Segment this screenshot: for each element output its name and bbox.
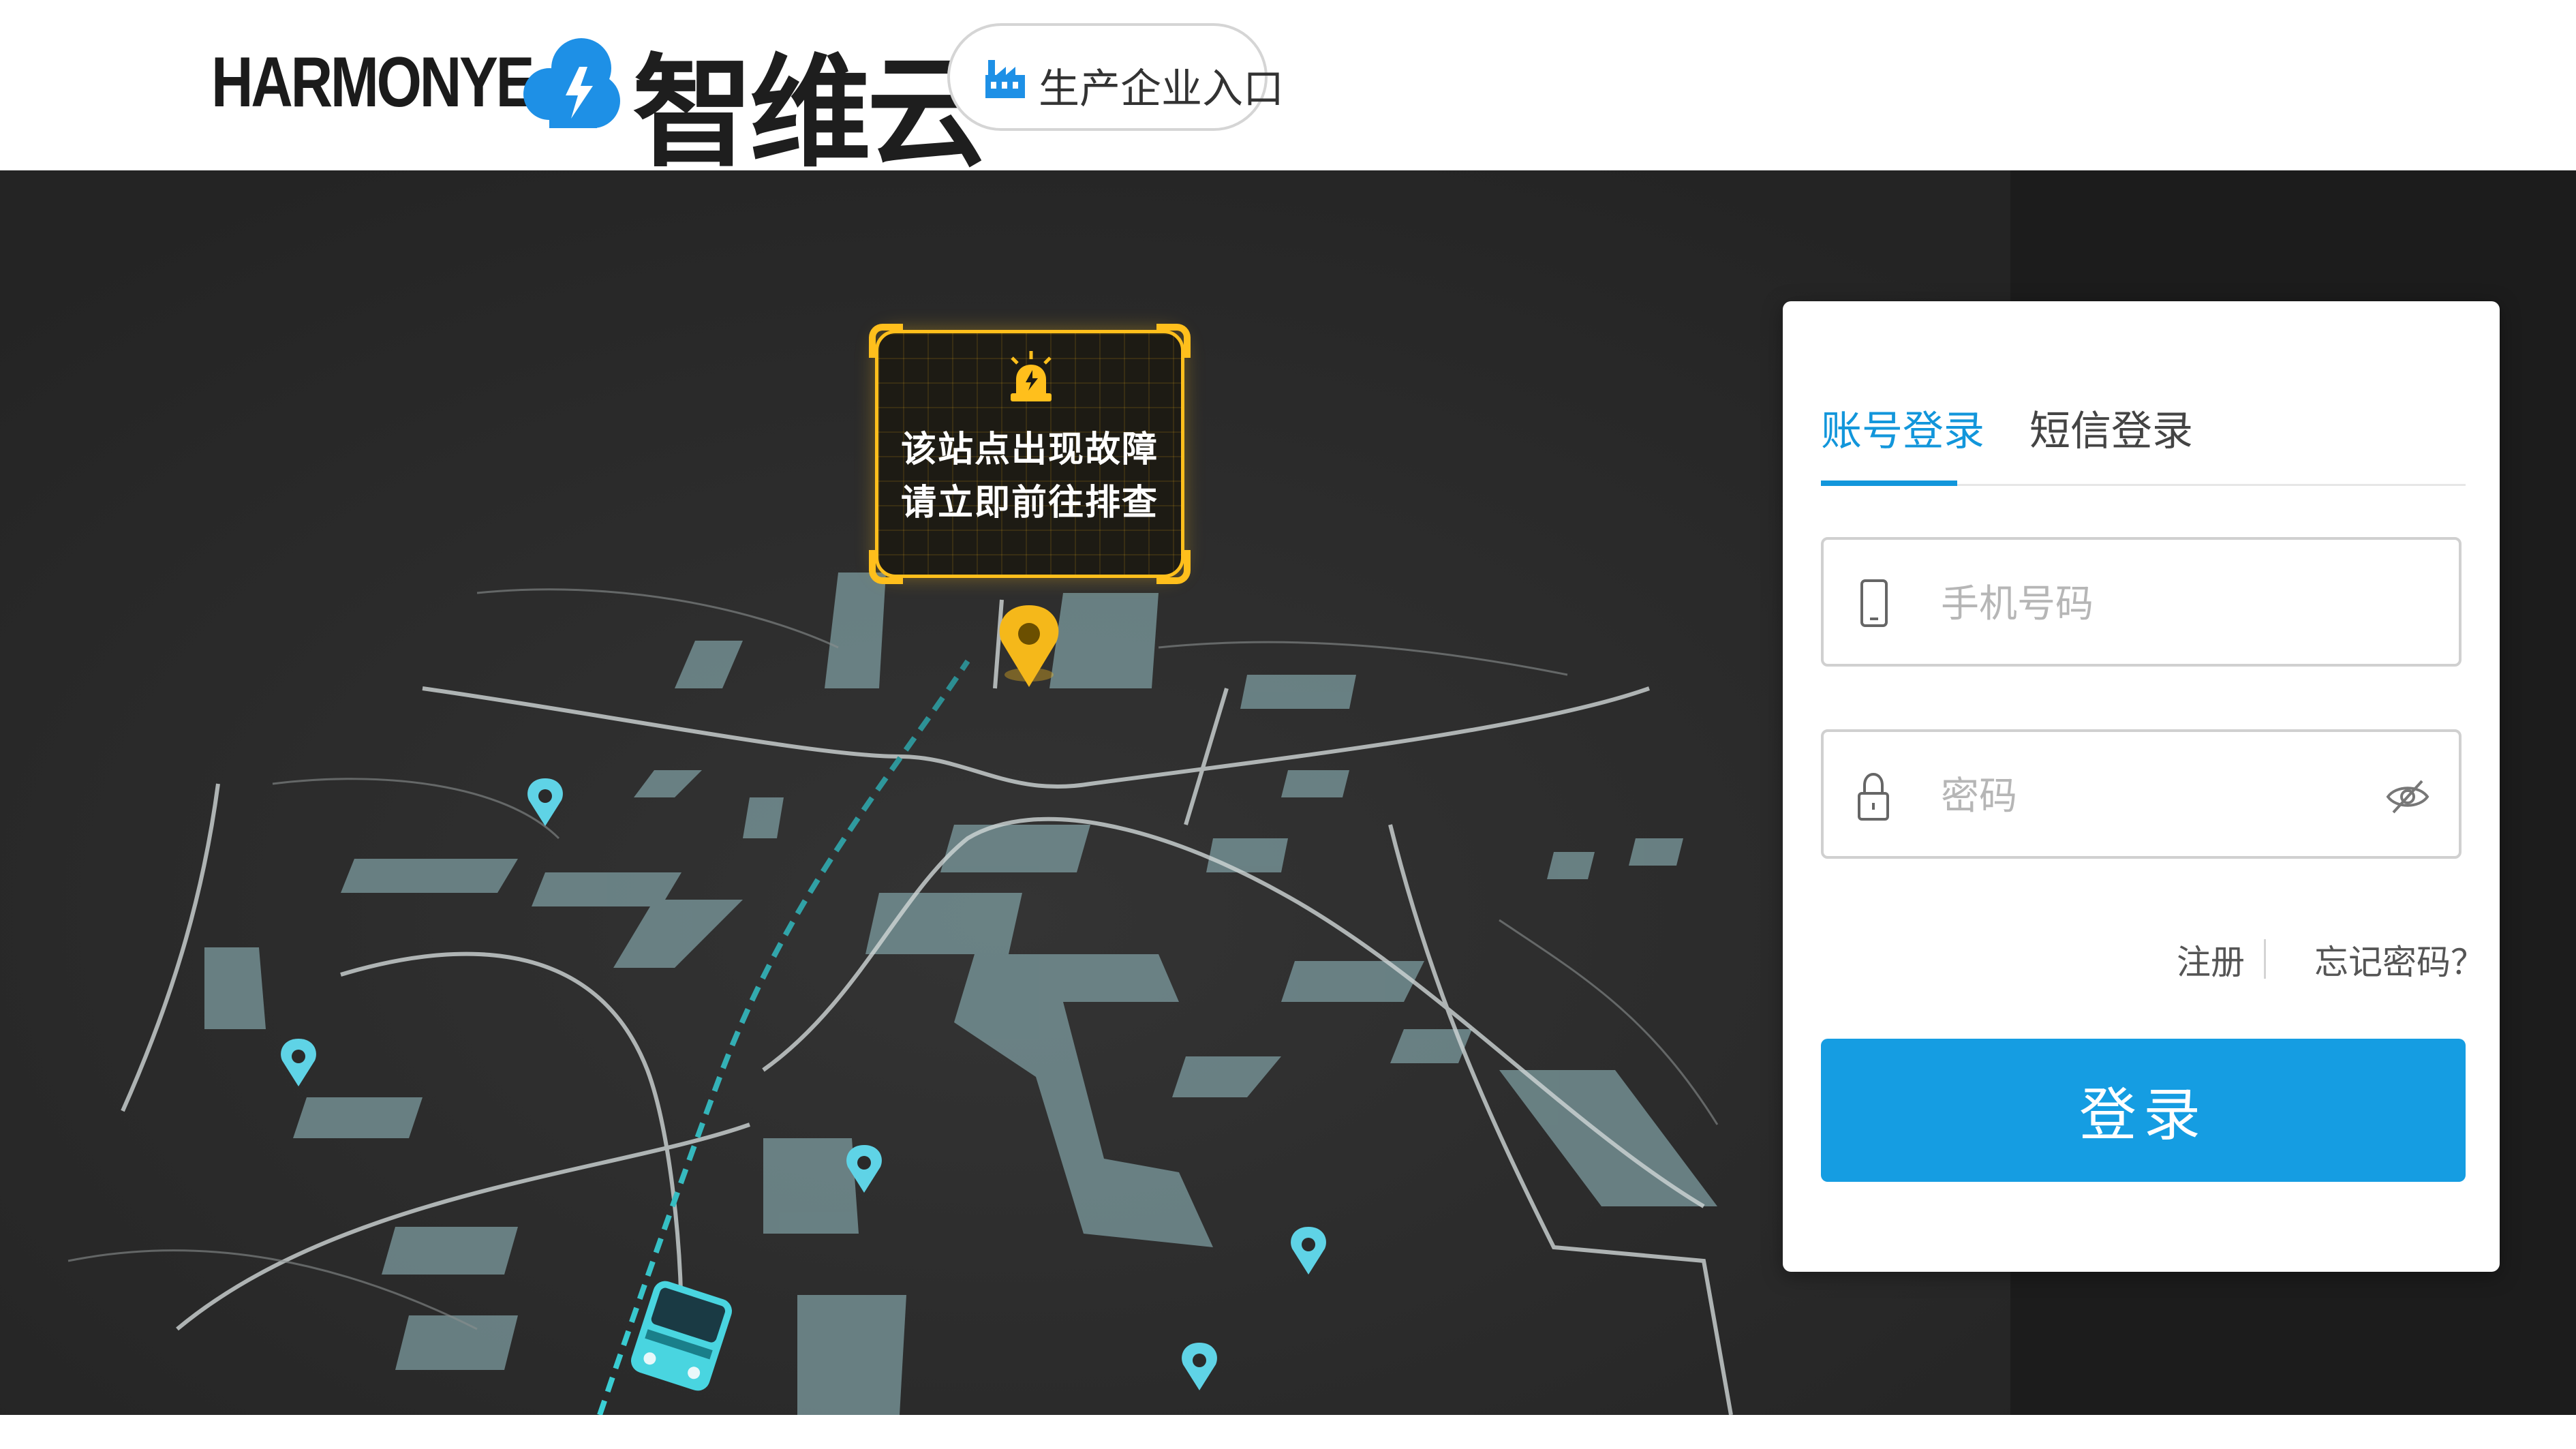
password-field[interactable] bbox=[1821, 729, 2462, 859]
fault-alert-card[interactable]: 该站点出现故障 请立即前往排查 bbox=[869, 324, 1191, 584]
alarm-light-icon bbox=[1011, 351, 1052, 401]
alert-message-line2: 请立即前往排查 bbox=[900, 483, 1159, 523]
login-card: 账号登录 短信登录 注册 忘记密码？ 登录 bbox=[1783, 301, 2500, 1272]
alert-corner bbox=[869, 550, 903, 584]
eye-off-icon[interactable] bbox=[2384, 773, 2432, 821]
alert-corner bbox=[1156, 324, 1191, 358]
lock-icon bbox=[1858, 772, 1889, 821]
tab-sms-login[interactable]: 短信登录 bbox=[2029, 398, 2193, 457]
enterprise-portal-button[interactable]: 生产企业入口 bbox=[947, 23, 1284, 131]
login-button[interactable]: 登录 bbox=[1821, 1039, 2466, 1182]
enterprise-portal-label: 生产企业入口 bbox=[1039, 65, 1284, 113]
alert-corner bbox=[1156, 550, 1191, 584]
register-link[interactable]: 注册 bbox=[2177, 935, 2245, 984]
forgot-password-link[interactable]: 忘记密码？ bbox=[2314, 935, 2485, 984]
alert-message-line1: 该站点出现故障 bbox=[900, 429, 1159, 470]
password-input[interactable] bbox=[1939, 758, 2378, 834]
phone-input[interactable] bbox=[1939, 566, 2378, 642]
brand-name-en: HARMONYE bbox=[211, 43, 535, 122]
factory-icon bbox=[985, 60, 1025, 98]
link-divider bbox=[2264, 939, 2266, 979]
phone-icon bbox=[1860, 579, 1888, 627]
cloud-logo-icon bbox=[523, 38, 620, 128]
bottom-strip bbox=[0, 1415, 2576, 1449]
brand-name-cn: 智维云 bbox=[632, 42, 988, 183]
alert-corner bbox=[869, 324, 903, 358]
fault-location-pin-icon[interactable] bbox=[999, 605, 1059, 687]
top-header: HARMONYE 智维云 生产企业入口 bbox=[0, 0, 2576, 183]
active-tab-indicator bbox=[1821, 481, 1957, 486]
phone-field[interactable] bbox=[1821, 537, 2462, 667]
tab-account-login[interactable]: 账号登录 bbox=[1821, 398, 1984, 457]
